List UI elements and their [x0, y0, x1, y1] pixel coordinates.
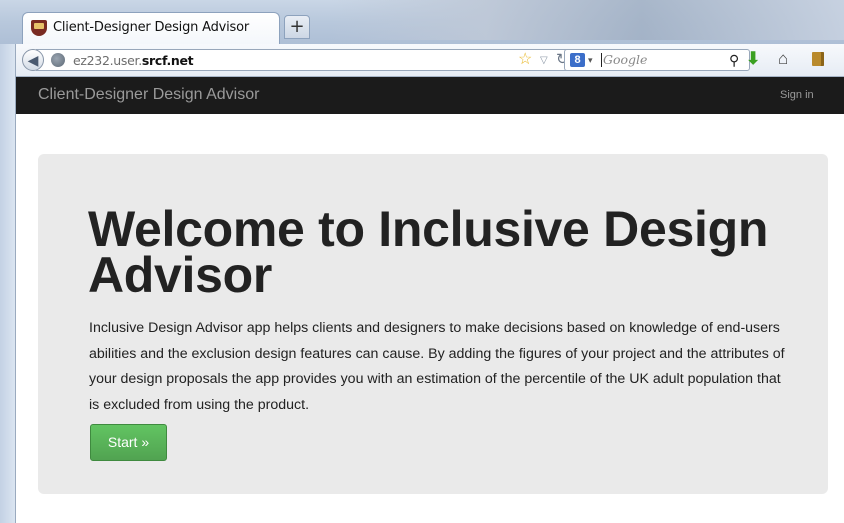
start-button[interactable]: Start » [90, 424, 167, 461]
download-arrow-icon[interactable]: ⬇ [746, 49, 760, 69]
globe-icon [51, 53, 65, 67]
star-icon[interactable]: ☆ [518, 51, 532, 69]
site-navbar: Client-Designer Design Advisor Sign in [16, 77, 844, 114]
tab-active[interactable]: Client-Designer Design Advisor [22, 12, 280, 44]
tab-strip: Client-Designer Design Advisor + [0, 0, 844, 44]
url-text: ez232.user.srcf.net [73, 53, 194, 68]
search-bar[interactable]: 8 ▾ Google ⚲ [564, 49, 750, 71]
new-tab-button[interactable]: + [284, 15, 310, 39]
history-dropdown-icon[interactable]: ▽ [540, 53, 548, 69]
site-brand[interactable]: Client-Designer Design Advisor [38, 86, 259, 104]
url-domain: srcf.net [141, 53, 194, 68]
tab-title: Client-Designer Design Advisor [53, 20, 249, 35]
tab-strip-background [330, 0, 844, 40]
hero-description: Inclusive Design Advisor app helps clien… [89, 320, 785, 413]
engine-dropdown-icon[interactable]: ▾ [588, 53, 593, 67]
magnifier-icon[interactable]: ⚲ [729, 52, 739, 68]
search-engine-icon[interactable]: 8 [570, 53, 585, 67]
browser-toolbar: ez232.user.srcf.net ☆ ▽ ↻ ◀ 8 ▾ Google ⚲… [16, 44, 844, 77]
home-icon[interactable]: ⌂ [778, 49, 788, 69]
sign-in-link[interactable]: Sign in [780, 89, 814, 101]
crest-icon [31, 20, 47, 36]
search-input[interactable]: Google [601, 53, 647, 67]
bookmarks-icon[interactable] [812, 52, 824, 66]
url-prefix: ez232.user. [73, 53, 142, 68]
hero-unit: Welcome to Inclusive Design Advisor Incl… [38, 154, 828, 494]
window-left-edge [0, 44, 16, 523]
url-bar[interactable]: ez232.user.srcf.net ☆ ▽ ↻ [36, 49, 569, 71]
back-button[interactable]: ◀ [22, 49, 44, 71]
page-title: Welcome to Inclusive Design Advisor [88, 201, 769, 303]
back-arrow-icon: ◀ [27, 52, 39, 68]
